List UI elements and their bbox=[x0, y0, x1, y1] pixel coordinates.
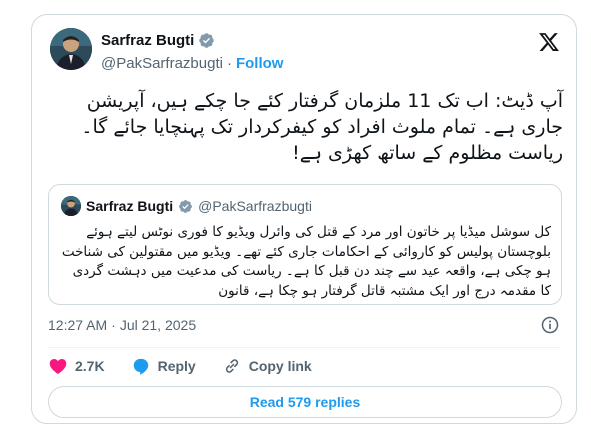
read-replies-button[interactable]: Read 579 replies bbox=[48, 386, 562, 418]
x-logo-icon[interactable] bbox=[538, 31, 560, 53]
reply-button[interactable]: Reply bbox=[131, 356, 196, 376]
copy-link-label: Copy link bbox=[248, 358, 312, 374]
meta-separator: · bbox=[111, 317, 116, 333]
tweet-time[interactable]: 12:27 AM bbox=[48, 317, 107, 333]
link-icon bbox=[225, 359, 238, 373]
info-icon[interactable] bbox=[540, 315, 560, 335]
divider bbox=[48, 347, 560, 348]
quoted-tweet-text: کل سوشل میڈیا پر خاتون اور مرد کے قتل کی… bbox=[61, 224, 551, 299]
tweet-text: آپ ڈیٹ: اب تک 11 ملزمان گرفتار کئے جا چک… bbox=[81, 90, 563, 164]
copy-link-button[interactable]: Copy link bbox=[222, 356, 312, 376]
handle-separator: · bbox=[226, 55, 232, 72]
reply-label: Reply bbox=[157, 358, 196, 374]
heart-icon bbox=[49, 359, 67, 374]
author-handle[interactable]: @PakSarfrazbugti bbox=[101, 55, 223, 72]
like-button[interactable]: 2.7K bbox=[48, 356, 105, 376]
author-name[interactable]: Sarfraz Bugti bbox=[101, 32, 194, 49]
quoted-author-name: Sarfraz Bugti bbox=[86, 198, 174, 214]
quoted-tweet[interactable]: Sarfraz Bugti @PakSarfrazbugti کل سوشل م… bbox=[48, 184, 562, 305]
follow-button[interactable]: Follow bbox=[236, 55, 284, 72]
tweet-date[interactable]: Jul 21, 2025 bbox=[120, 317, 196, 333]
reply-bubble-icon bbox=[133, 358, 148, 375]
quoted-author-avatar bbox=[61, 196, 81, 216]
tweet-card: Sarfraz Bugti @PakSarfrazbugti · Follow … bbox=[31, 14, 577, 424]
verified-badge-icon bbox=[199, 33, 215, 48]
author-avatar[interactable] bbox=[50, 28, 92, 70]
like-count: 2.7K bbox=[75, 358, 105, 374]
quoted-author-handle: @PakSarfrazbugti bbox=[198, 198, 312, 214]
verified-badge-icon bbox=[179, 199, 193, 213]
